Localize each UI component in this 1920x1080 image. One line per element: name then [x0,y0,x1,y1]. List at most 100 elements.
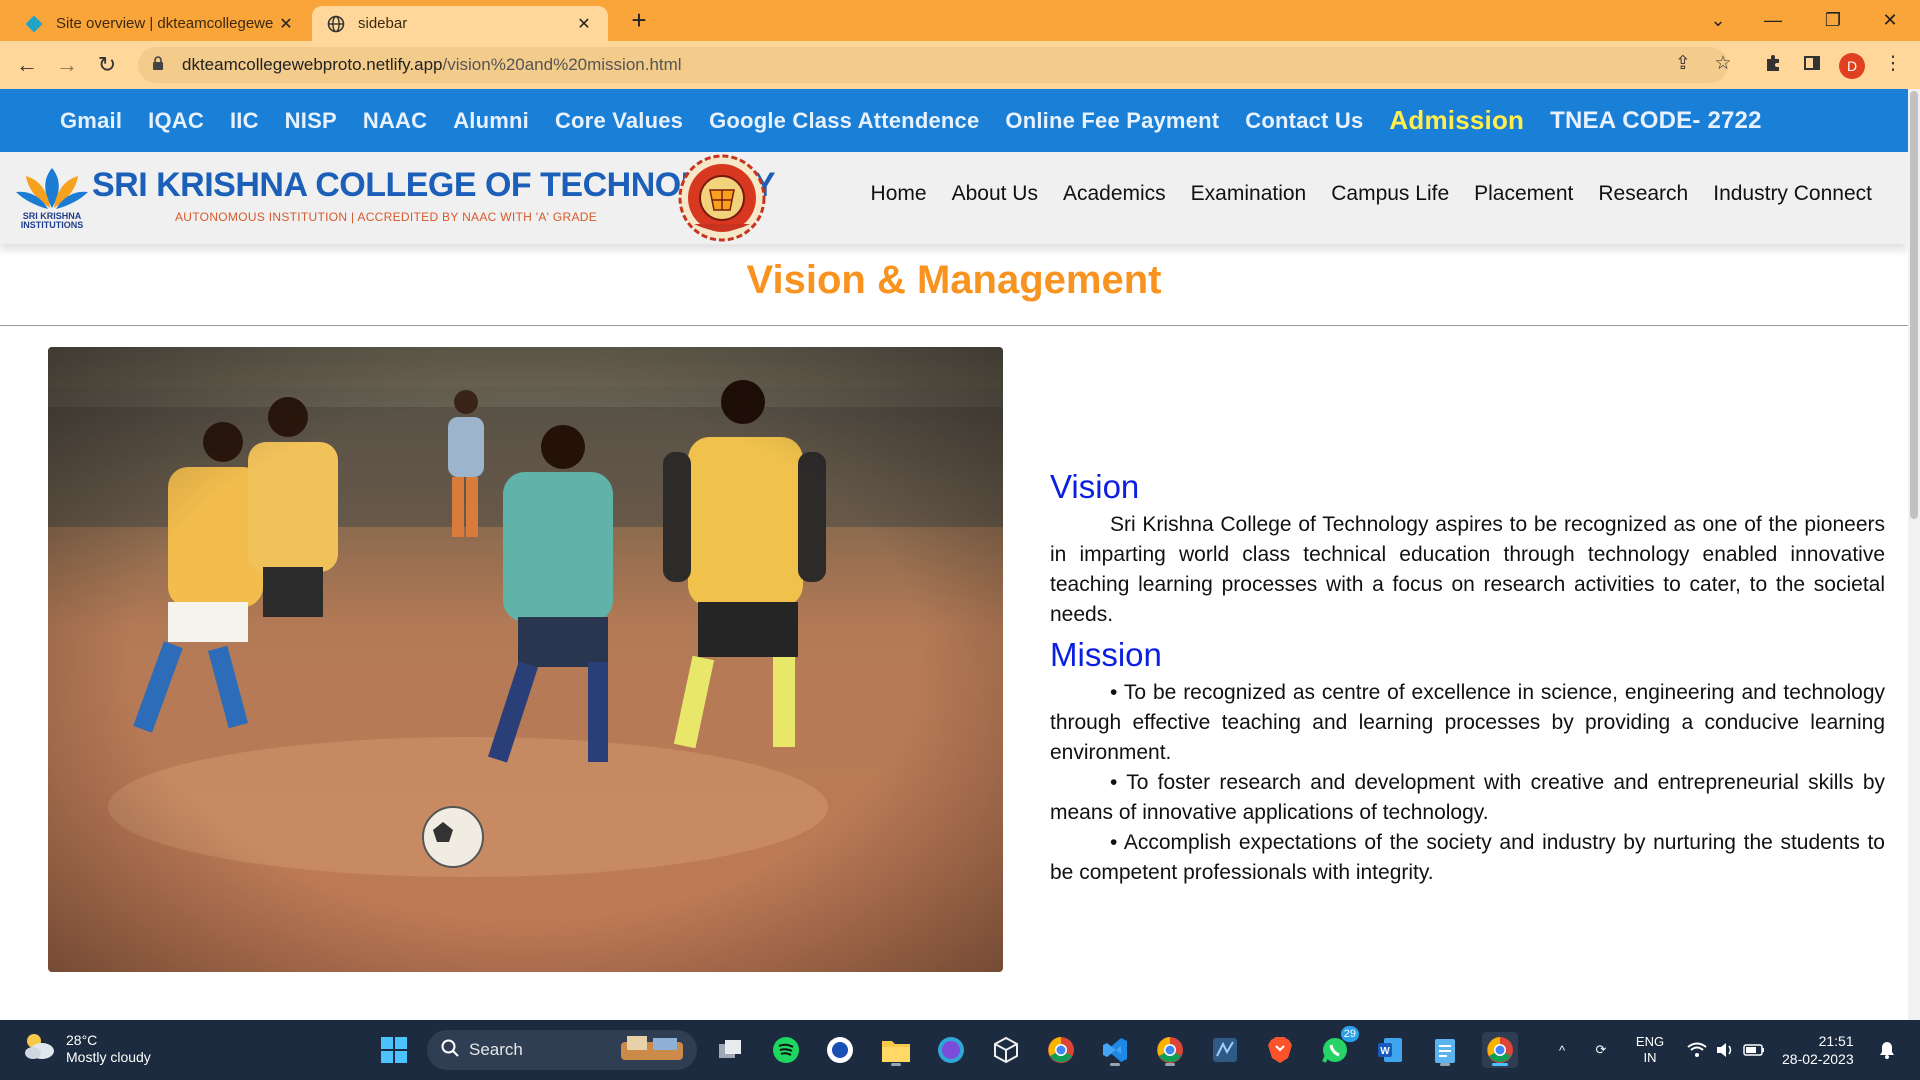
close-tab-icon[interactable]: ✕ [276,14,296,34]
canva-icon[interactable] [933,1032,969,1068]
profile-avatar[interactable]: D [1839,53,1865,79]
nav-examination[interactable]: Examination [1191,182,1307,206]
language-indicator[interactable]: ENG IN [1628,1020,1672,1080]
extensions-puzzle-icon[interactable] [1758,48,1788,78]
minimize-icon[interactable]: — [1745,0,1801,41]
top-link-gmail[interactable]: Gmail [60,108,122,134]
nav-about-us[interactable]: About Us [952,182,1038,206]
address-bar[interactable]: dkteamcollegewebproto.netlify.app/vision… [138,47,1728,83]
site-header: SRI KRISHNA INSTITUTIONS SRI KRISHNA COL… [0,152,1908,244]
cube-app-icon[interactable] [988,1032,1024,1068]
url-path: /vision%20and%20mission.html [442,55,682,74]
main-navigation: Home About Us Academics Examination Camp… [846,182,1872,206]
nav-home[interactable]: Home [871,182,927,206]
share-icon[interactable]: ⇪ [1668,48,1698,78]
running-indicator [1110,1063,1120,1066]
lock-icon [152,55,166,75]
kebab-menu-icon[interactable]: ⋮ [1878,48,1908,78]
svg-text:W: W [1380,1046,1390,1057]
top-link-naac[interactable]: NAAC [363,108,427,134]
forward-arrow-icon[interactable]: → [52,50,82,80]
word-icon[interactable]: W [1372,1032,1408,1068]
football-players-photo [48,347,1003,972]
top-link-contact-us[interactable]: Contact Us [1245,108,1363,134]
reload-icon[interactable]: ↻ [92,50,122,80]
mission-point: • To foster research and development wit… [1050,771,1885,824]
clock-date: 28-02-2023 [1782,1051,1854,1067]
running-indicator [1492,1063,1508,1066]
top-link-iqac[interactable]: IQAC [148,108,204,134]
browser-tab-sidebar[interactable]: sidebar ✕ [312,6,608,41]
search-placeholder: Search [469,1040,523,1059]
system-clock[interactable]: 21:51 28-02-2023 [1782,1032,1854,1068]
bookmark-star-icon[interactable]: ☆ [1708,48,1738,78]
vision-heading: Vision [1050,468,1140,505]
scrollbar-thumb[interactable] [1910,91,1918,519]
chrome-profile-icon[interactable] [1152,1032,1188,1068]
notepad-icon[interactable] [1427,1032,1463,1068]
cloudy-weather-icon [22,1031,56,1066]
tab-title: sidebar [358,15,408,32]
browser-tab-strip: Site overview | dkteamcollegewe ✕ sideba… [0,0,1920,41]
show-hidden-icons-chevron[interactable]: ^ [1550,1020,1574,1080]
new-tab-button[interactable]: + [624,6,654,36]
page-scrollbar[interactable] [1908,89,1920,1020]
nav-placement[interactable]: Placement [1474,182,1573,206]
sync-icon[interactable]: ⟳ [1586,1020,1616,1080]
top-link-core-values[interactable]: Core Values [555,108,683,134]
top-link-alumni[interactable]: Alumni [453,108,529,134]
nav-industry-connect[interactable]: Industry Connect [1713,182,1872,206]
whatsapp-icon[interactable]: 29 [1317,1026,1359,1068]
language-code: ENG [1635,1034,1665,1049]
site-top-link-bar: Gmail IQAC IIC NISP NAAC Alumni Core Val… [0,89,1908,152]
sri-krishna-lotus-logo[interactable]: SRI KRISHNA INSTITUTIONS [14,164,94,234]
weather-description: Mostly cloudy [66,1048,151,1065]
spotify-icon[interactable] [768,1032,804,1068]
globe-icon [326,14,346,34]
nav-campus-life[interactable]: Campus Life [1331,182,1449,206]
nav-academics[interactable]: Academics [1063,182,1166,206]
vision-mission-section: Vision Sri Krishna College of Technology… [1050,468,1885,888]
battery-icon[interactable] [1740,1020,1768,1080]
college-tagline: AUTONOMOUS INSTITUTION | ACCREDITED BY N… [175,210,598,224]
nav-research[interactable]: Research [1598,182,1688,206]
page-title: Vision & Management [746,258,1162,302]
notifications-bell-icon[interactable] [1872,1020,1902,1080]
browser-tab-site-overview[interactable]: Site overview | dkteamcollegewe ✕ [10,6,310,41]
vscode-icon[interactable] [1097,1032,1133,1068]
file-explorer-icon[interactable] [878,1032,914,1068]
close-window-icon[interactable]: ✕ [1862,0,1918,41]
chrome-icon[interactable] [1043,1032,1079,1068]
weather-widget[interactable]: 28°C Mostly cloudy [22,1031,151,1066]
tab-title: Site overview | dkteamcollegewe [56,15,274,32]
wifi-icon[interactable] [1684,1020,1710,1080]
side-panel-icon[interactable] [1797,48,1827,78]
mission-point: • To be recognized as centre of excellen… [1050,681,1885,764]
tnea-code-label: TNEA CODE- 2722 [1550,106,1762,134]
top-link-admission[interactable]: Admission [1389,105,1524,136]
top-link-online-fee-payment[interactable]: Online Fee Payment [1005,108,1219,134]
mission-heading: Mission [1050,636,1162,673]
brave-browser-icon[interactable] [1262,1032,1298,1068]
tab-search-chevron-icon[interactable]: ⌄ [1690,0,1746,41]
close-tab-icon[interactable]: ✕ [574,14,594,34]
app-circle-icon[interactable] [822,1032,858,1068]
task-view-icon[interactable] [712,1032,748,1068]
top-link-nisp[interactable]: NISP [285,108,337,134]
taskbar-search-box[interactable]: Search [427,1030,697,1070]
search-icon [441,1039,459,1062]
top-link-google-class-attendence[interactable]: Google Class Attendence [709,108,979,134]
search-highlight-illustration [617,1032,687,1069]
heading-divider [0,325,1908,326]
windows-start-icon[interactable] [376,1032,412,1068]
mission-point: • Accomplish expectations of the society… [1050,831,1885,884]
top-link-iic[interactable]: IIC [230,108,259,134]
restore-icon[interactable]: ❐ [1805,0,1861,41]
vision-text: Sri Krishna College of Technology aspire… [1050,513,1885,626]
chrome-active-icon[interactable] [1482,1032,1518,1068]
running-indicator [1165,1063,1175,1066]
editor-app-icon[interactable] [1207,1032,1243,1068]
volume-icon[interactable] [1712,1020,1738,1080]
whatsapp-unread-badge: 29 [1340,1026,1359,1042]
back-arrow-icon[interactable]: ← [12,50,42,80]
